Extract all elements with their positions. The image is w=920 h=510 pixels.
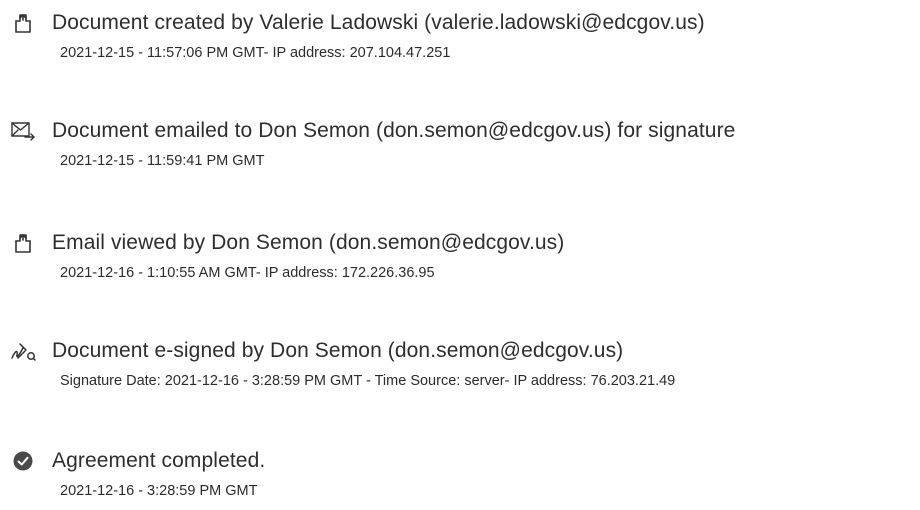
event-detail: Signature Date: 2021-12-16 - 3:28:59 PM … (60, 373, 676, 389)
audit-event: Document created by Valerie Ladowski (va… (8, 8, 913, 61)
event-detail: 2021-12-16 - 3:28:59 PM GMT (60, 483, 258, 499)
event-header: Document emailed to Don Semon (don.semon… (8, 116, 913, 146)
email-viewed-icon (8, 231, 38, 255)
e-signed-icon (8, 339, 38, 363)
audit-event: Agreement completed. 2021-12-16 - 3:28:5… (8, 446, 913, 499)
event-detail: 2021-12-15 - 11:57:06 PM GMT- IP address… (60, 45, 451, 61)
event-title: Email viewed by Don Semon (don.semon@edc… (52, 231, 565, 254)
audit-event: Document emailed to Don Semon (don.semon… (8, 116, 913, 169)
audit-event: Email viewed by Don Semon (don.semon@edc… (8, 228, 913, 281)
event-title: Document created by Valerie Ladowski (va… (52, 11, 705, 34)
audit-event: Document e-signed by Don Semon (don.semo… (8, 336, 913, 389)
event-header: Agreement completed. (8, 446, 913, 476)
event-header: Email viewed by Don Semon (don.semon@edc… (8, 228, 913, 258)
event-header: Document created by Valerie Ladowski (va… (8, 8, 913, 38)
event-title: Document emailed to Don Semon (don.semon… (52, 119, 736, 142)
event-title: Document e-signed by Don Semon (don.semo… (52, 339, 624, 362)
agreement-completed-icon (8, 449, 38, 473)
event-detail: 2021-12-16 - 1:10:55 AM GMT- IP address:… (60, 265, 435, 281)
event-title: Agreement completed. (52, 449, 266, 472)
event-detail: 2021-12-15 - 11:59:41 PM GMT (60, 153, 265, 169)
document-created-icon (8, 11, 38, 35)
document-emailed-icon (8, 119, 38, 143)
event-header: Document e-signed by Don Semon (don.semo… (8, 336, 913, 366)
